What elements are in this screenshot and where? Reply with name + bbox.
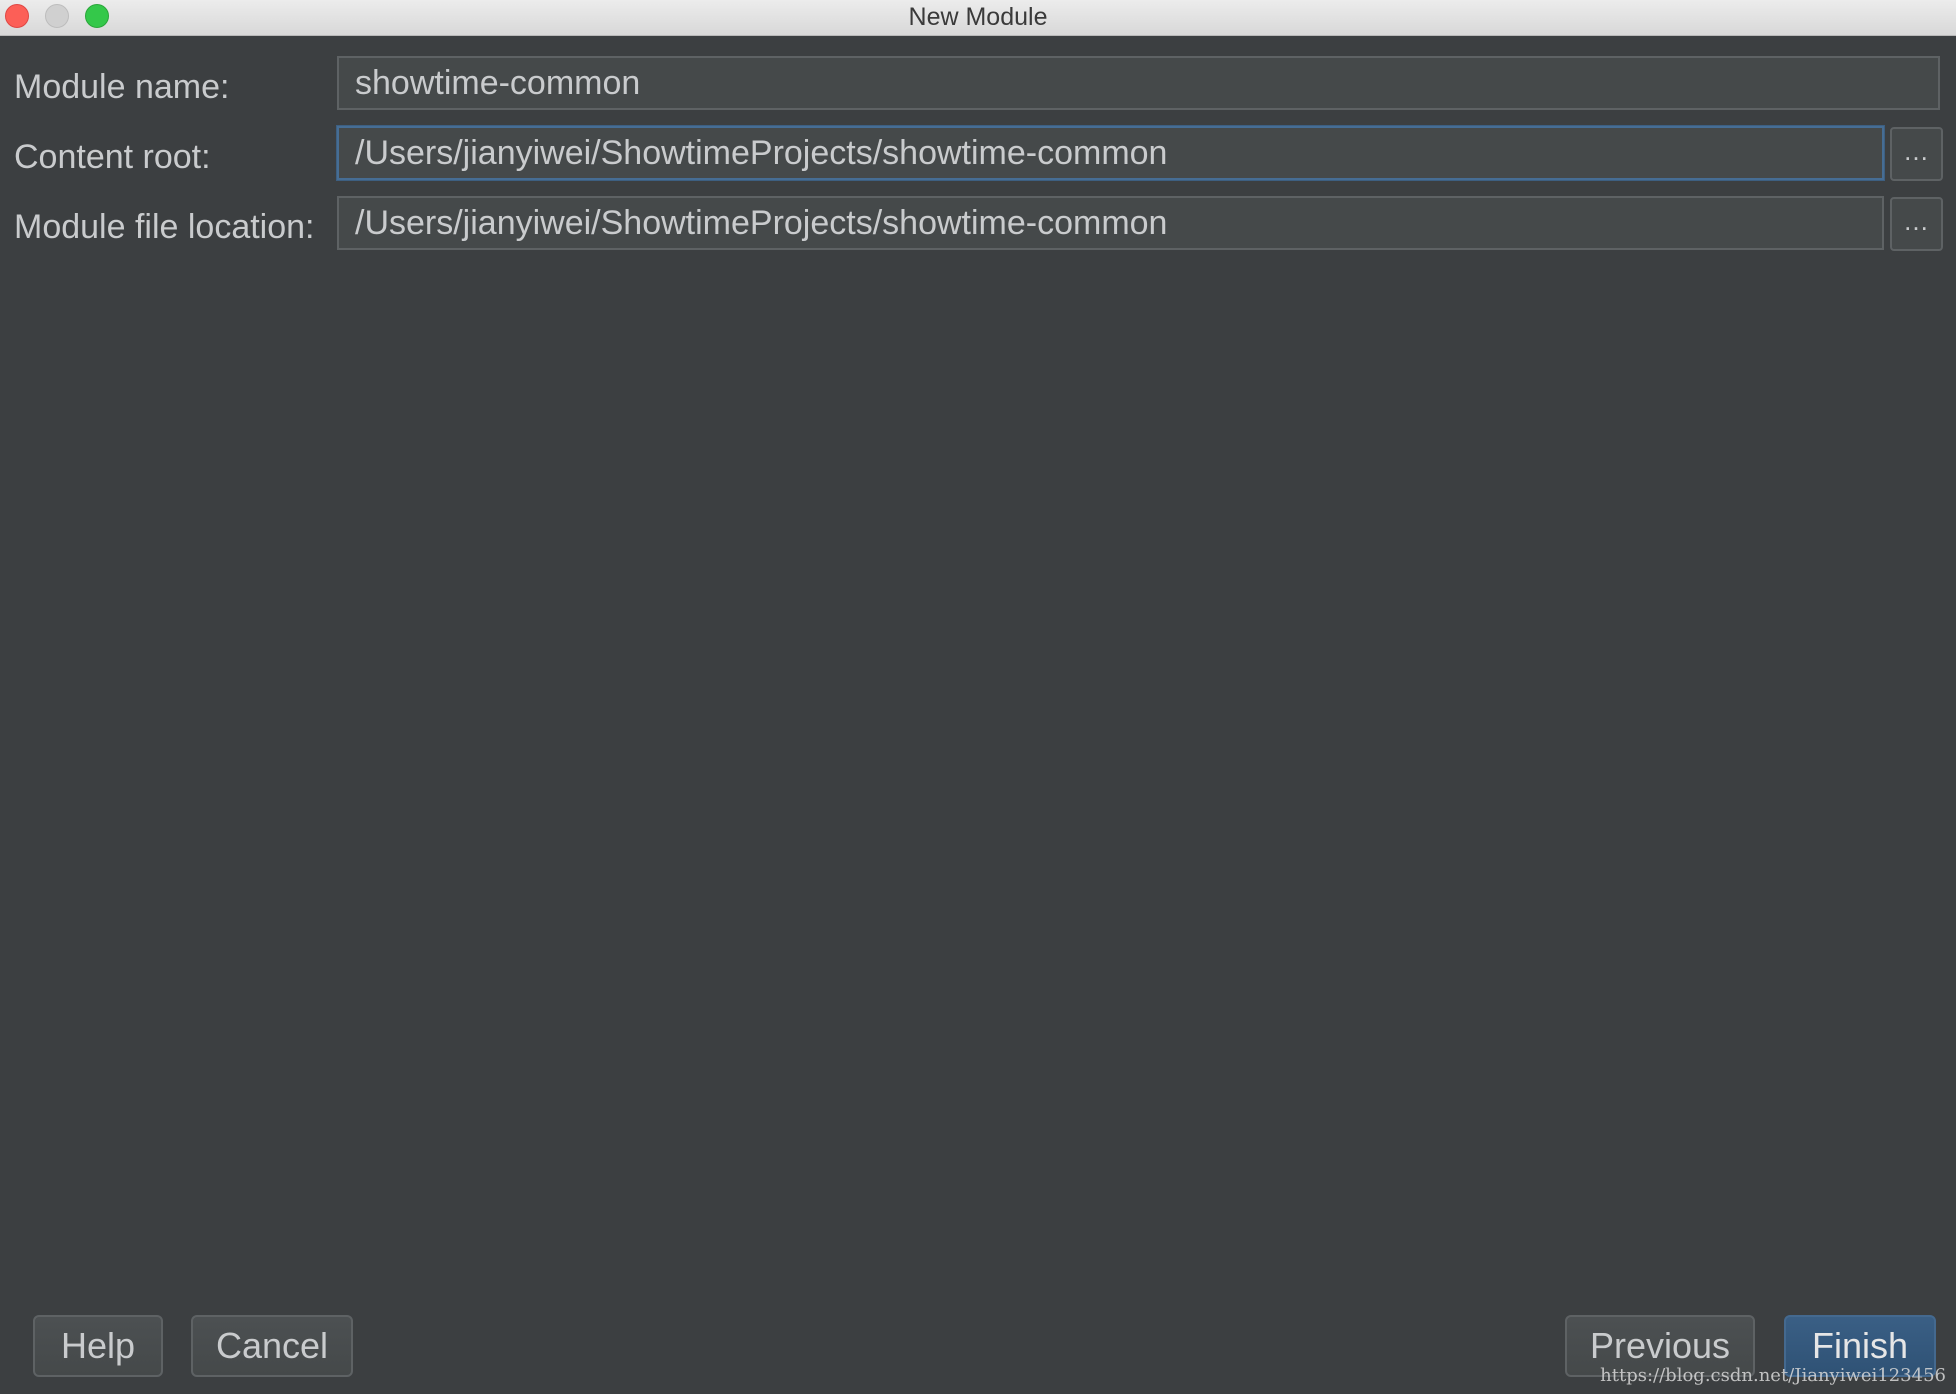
cancel-button[interactable]: Cancel <box>191 1315 353 1377</box>
module-file-location-label: Module file location: <box>14 208 315 246</box>
module-name-field[interactable]: showtime-common <box>337 56 1940 110</box>
new-module-dialog: New Module Module name: showtime-common … <box>0 0 1956 1394</box>
module-file-location-field[interactable]: /Users/jianyiwei/ShowtimeProjects/showti… <box>337 196 1884 250</box>
watermark-url: https://blog.csdn.net/Jianyiwei123456 <box>1600 1365 1946 1386</box>
title-bar: New Module <box>0 0 1956 36</box>
window-title: New Module <box>908 3 1048 31</box>
content-root-label: Content root: <box>14 138 211 176</box>
content-root-field[interactable]: /Users/jianyiwei/ShowtimeProjects/showti… <box>337 126 1884 180</box>
help-button[interactable]: Help <box>33 1315 163 1377</box>
module-file-location-browse-button[interactable]: ... <box>1890 197 1943 251</box>
module-name-label: Module name: <box>14 68 230 106</box>
content-root-browse-button[interactable]: ... <box>1890 127 1943 181</box>
